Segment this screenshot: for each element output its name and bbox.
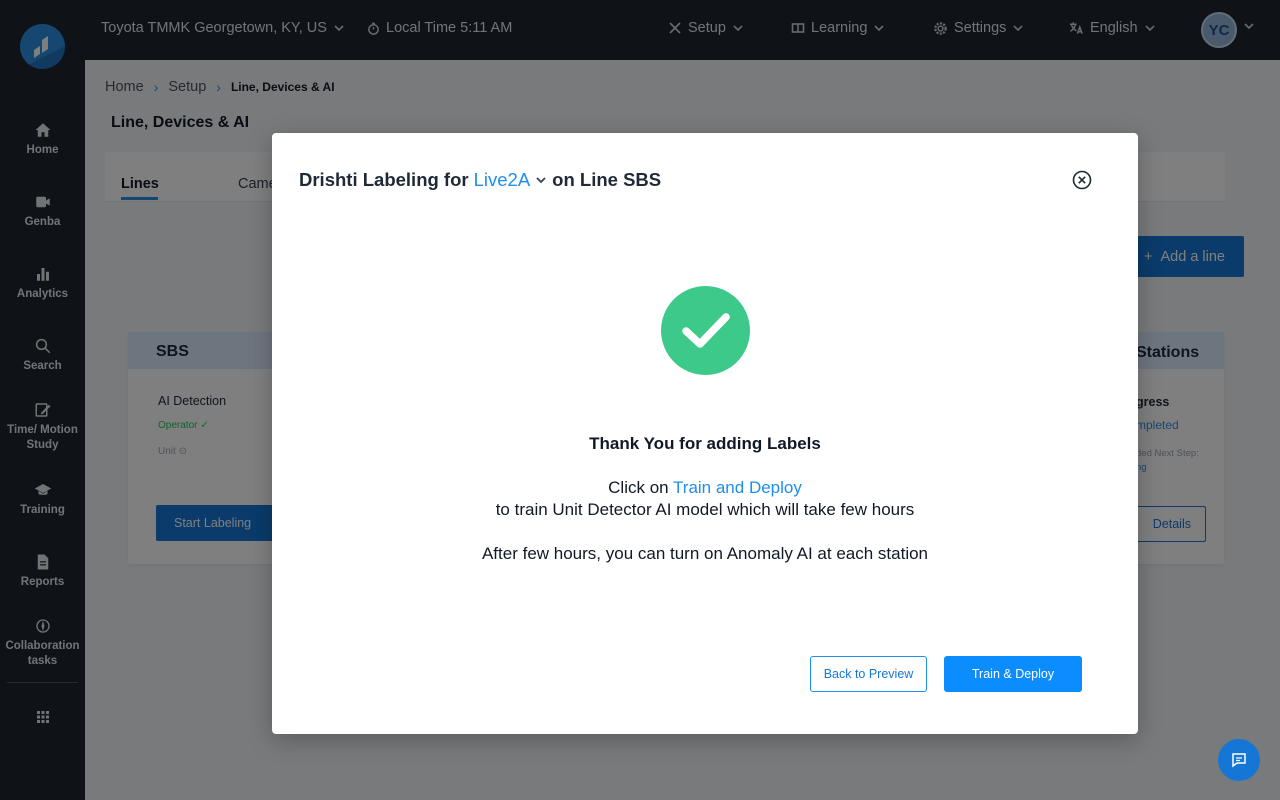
click-on-text: Click on bbox=[608, 478, 669, 497]
modal-title-prefix: Drishti Labeling for bbox=[299, 169, 469, 190]
chevron-down-icon[interactable] bbox=[534, 173, 548, 187]
message-train-description: to train Unit Detector AI model which wi… bbox=[495, 500, 915, 519]
chat-icon bbox=[1232, 753, 1246, 768]
model-selector[interactable]: Live2A bbox=[474, 169, 531, 191]
train-deploy-button[interactable]: Train & Deploy bbox=[944, 656, 1082, 692]
success-check-icon bbox=[661, 286, 750, 375]
message-title: Thank You for adding Labels bbox=[589, 434, 821, 453]
train-deploy-link[interactable]: Train and Deploy bbox=[673, 478, 802, 497]
chat-button[interactable] bbox=[1218, 739, 1260, 781]
back-to-preview-button[interactable]: Back to Preview bbox=[810, 656, 927, 692]
modal-title: Drishti Labeling for Live2A on Line SBS bbox=[299, 169, 661, 191]
message-click-line: Click on Train and Deploy bbox=[272, 478, 1138, 498]
modal-title-suffix: on Line SBS bbox=[552, 169, 662, 190]
message-after-text: After few hours, you can turn on Anomaly… bbox=[481, 544, 929, 563]
labeling-modal: Drishti Labeling for Live2A on Line SBS … bbox=[272, 133, 1138, 734]
close-icon[interactable] bbox=[1071, 169, 1093, 191]
